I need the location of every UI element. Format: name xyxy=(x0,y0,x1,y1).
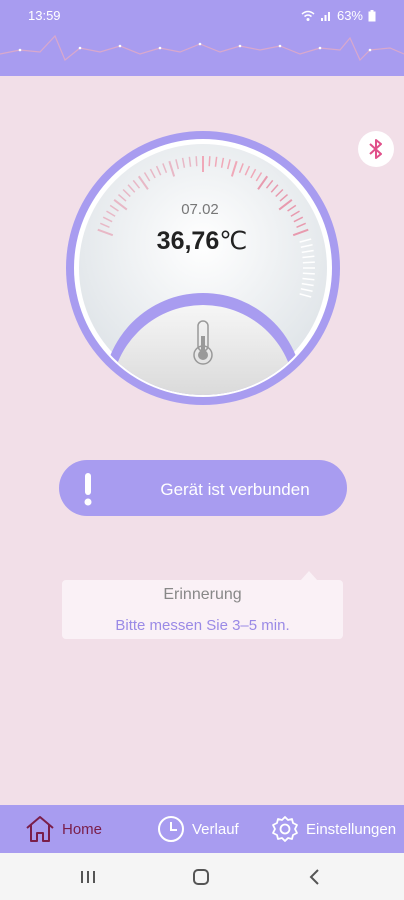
battery-icon xyxy=(368,9,376,21)
recent-apps-icon xyxy=(81,871,95,883)
exclamation-icon xyxy=(84,473,92,506)
reminder-text: Bitte messen Sie 3–5 min. xyxy=(115,617,290,634)
home-system-button[interactable] xyxy=(189,865,213,889)
bluetooth-icon xyxy=(369,139,382,159)
signal-icon xyxy=(320,11,330,21)
status-time: 13:59 xyxy=(28,8,61,23)
nav-label-home: Home xyxy=(62,820,103,838)
nav-item-einstellungen[interactable]: Einstellungen xyxy=(270,805,396,853)
gauge-tick xyxy=(195,156,198,167)
temperature-reading: 36,76℃ xyxy=(0,226,404,256)
nav-item-verlauf[interactable]: Verlauf xyxy=(156,805,239,853)
gear-icon xyxy=(272,816,298,842)
home-circle-icon xyxy=(193,869,209,885)
nav-label-einstellungen: Einstellungen xyxy=(306,820,397,838)
clock-icon xyxy=(158,816,184,842)
temperature-unit: ℃ xyxy=(219,227,248,255)
gauge-tick xyxy=(208,156,211,167)
home-icon xyxy=(26,816,54,842)
bluetooth-button[interactable] xyxy=(358,131,394,167)
wifi-icon xyxy=(301,10,315,21)
battery-percent: 63% xyxy=(336,8,363,23)
temperature-value: 36,76 xyxy=(156,227,220,255)
temperature-gauge xyxy=(66,131,340,405)
back-icon xyxy=(309,869,319,885)
back-button[interactable] xyxy=(303,865,327,889)
gauge-tick xyxy=(302,261,315,264)
connection-status-label: Gerät ist verbunden xyxy=(160,480,310,499)
status-icons: 63% xyxy=(301,8,376,23)
gauge-tick xyxy=(302,272,315,275)
reminder-title: Erinnerung xyxy=(163,586,242,603)
nav-label-verlauf: Verlauf xyxy=(192,820,239,838)
heartbeat-wave xyxy=(0,34,404,62)
recent-apps-button[interactable] xyxy=(76,865,100,889)
measurement-date: 07.02 xyxy=(181,201,219,218)
nav-item-home[interactable]: Home xyxy=(24,805,102,853)
